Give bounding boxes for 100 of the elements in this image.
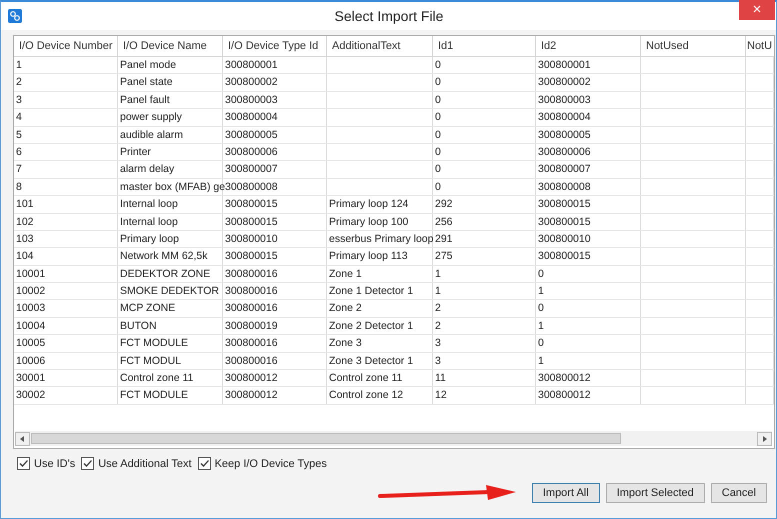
column-header[interactable]: AdditionalText <box>327 36 433 56</box>
table-cell: 1 <box>538 354 544 367</box>
table-cell: MCP ZONE <box>120 302 176 314</box>
table-cell: 11 <box>435 372 446 384</box>
table-cell: 300800019 <box>225 320 278 332</box>
scroll-left-icon[interactable] <box>15 432 30 446</box>
column-header[interactable]: NotU <box>746 36 774 56</box>
table-cell: 300800003 <box>225 94 278 106</box>
dialog-button[interactable]: Cancel <box>710 483 767 503</box>
table-cell: 0 <box>435 76 441 88</box>
table-cell: 8 <box>16 180 22 193</box>
table-cell: 300800007 <box>225 163 278 176</box>
table-cell: 300800003 <box>538 94 591 106</box>
horizontal-scrollbar[interactable] <box>15 431 772 446</box>
table-cell: 300800012 <box>538 372 591 384</box>
table-cell: 0 <box>538 268 544 280</box>
table-cell: 12 <box>435 389 447 402</box>
table-cell: 300800002 <box>538 76 591 88</box>
table-cell: 300800002 <box>225 76 278 88</box>
table-cell: 10004 <box>16 320 46 332</box>
table-cell: 101 <box>16 198 34 210</box>
table-cell: Network MM 62,5k <box>120 250 208 262</box>
table-cell: 300800016 <box>225 285 278 298</box>
table-cell: 30001 <box>16 372 46 384</box>
table-cell: DEDEKTOR ZONE <box>120 268 210 280</box>
table-cell: 0 <box>435 128 441 141</box>
dialog-button[interactable]: Import Selected <box>606 483 705 503</box>
table-cell: SMOKE DEDEKTOR <box>120 285 219 298</box>
column-header[interactable]: I/O Device Number <box>14 36 118 56</box>
table-cell: 300800016 <box>225 337 278 350</box>
checkbox[interactable] <box>81 457 94 470</box>
table-cell: 1 <box>538 320 544 332</box>
table-cell: 4 <box>16 111 22 124</box>
table-cell: 300800007 <box>538 163 591 176</box>
table-cell: Zone 1 <box>329 268 362 280</box>
table-cell: 300800004 <box>538 111 591 124</box>
checkbox-label[interactable]: Keep I/O Device Types <box>214 458 327 470</box>
table-cell: 300800015 <box>225 216 278 228</box>
table-cell: Control zone 12 <box>329 389 404 402</box>
column-header[interactable]: Id2 <box>536 36 641 56</box>
table-cell: 291 <box>435 232 453 245</box>
table-cell: 7 <box>16 163 22 176</box>
table-cell: 300800005 <box>225 128 278 141</box>
column-header[interactable]: NotUsed <box>641 36 746 56</box>
table-cell: 10005 <box>16 337 46 350</box>
table-cell: 103 <box>16 232 34 245</box>
table-cell: Zone 2 <box>329 302 362 314</box>
column-header[interactable]: I/O Device Name <box>118 36 223 56</box>
column-header[interactable]: I/O Device Type Id <box>223 36 327 56</box>
table-cell: 0 <box>435 180 441 193</box>
table-cell: 3 <box>435 337 441 350</box>
table-cell: 0 <box>435 163 441 176</box>
table-cell: Primary loop 124 <box>329 198 408 210</box>
table-cell: 300800001 <box>538 59 591 71</box>
table-cell: FCT MODULE <box>120 389 188 402</box>
checkbox-label[interactable]: Use ID's <box>34 458 76 470</box>
table-cell: 10006 <box>16 354 46 367</box>
checkbox-label[interactable]: Use Additional Text <box>98 458 192 470</box>
table-cell: 300800008 <box>538 180 591 193</box>
table-cell: 292 <box>435 198 453 210</box>
table-cell: 10003 <box>16 302 46 314</box>
column-header[interactable]: Id1 <box>433 36 536 56</box>
table-cell: Internal loop <box>120 198 178 210</box>
dialog-button[interactable]: Import All <box>532 483 600 503</box>
table-cell: 300800010 <box>538 232 591 245</box>
table-cell: FCT MODUL <box>120 354 182 367</box>
table-cell: 256 <box>435 216 453 228</box>
window-title: Select Import File <box>334 8 444 24</box>
table-cell: Panel fault <box>120 94 170 106</box>
close-button[interactable]: × <box>739 0 775 20</box>
table-cell: esserbus Primary loop <box>329 232 434 245</box>
scroll-right-icon[interactable] <box>757 432 772 446</box>
table-cell: 300800001 <box>225 59 278 71</box>
checkbox[interactable] <box>17 457 30 470</box>
table-cell: 0 <box>435 146 441 158</box>
table-cell: master box (MFAB) ge <box>120 180 226 193</box>
table-cell: 0 <box>538 302 544 314</box>
table-cell: 1 <box>16 59 22 71</box>
table-cell: 300800015 <box>538 198 591 210</box>
table-cell: 0 <box>538 337 544 350</box>
table-cell: 102 <box>16 216 34 228</box>
table-cell: 3 <box>16 94 22 106</box>
table-cell: 2 <box>435 302 441 314</box>
table-cell: 104 <box>16 250 34 262</box>
table-cell: 300800005 <box>538 128 591 141</box>
table-cell: Primary loop <box>120 232 179 245</box>
table-cell: audible alarm <box>120 128 184 141</box>
table-cell: Panel mode <box>120 59 176 71</box>
table-cell: 300800012 <box>225 372 278 384</box>
table-cell: 300800010 <box>225 232 278 245</box>
table-cell: 2 <box>435 320 441 332</box>
app-icon <box>8 9 22 23</box>
checkbox[interactable] <box>198 457 211 470</box>
table-cell: 300800012 <box>538 389 591 402</box>
table-cell: Printer <box>120 146 151 158</box>
table-cell: Primary loop 113 <box>329 250 408 262</box>
table-cell: Zone 2 Detector 1 <box>329 320 414 332</box>
table-cell: 1 <box>435 268 441 280</box>
table-cell: Control zone 11 <box>329 372 402 384</box>
table-cell: Primary loop 100 <box>329 216 408 228</box>
